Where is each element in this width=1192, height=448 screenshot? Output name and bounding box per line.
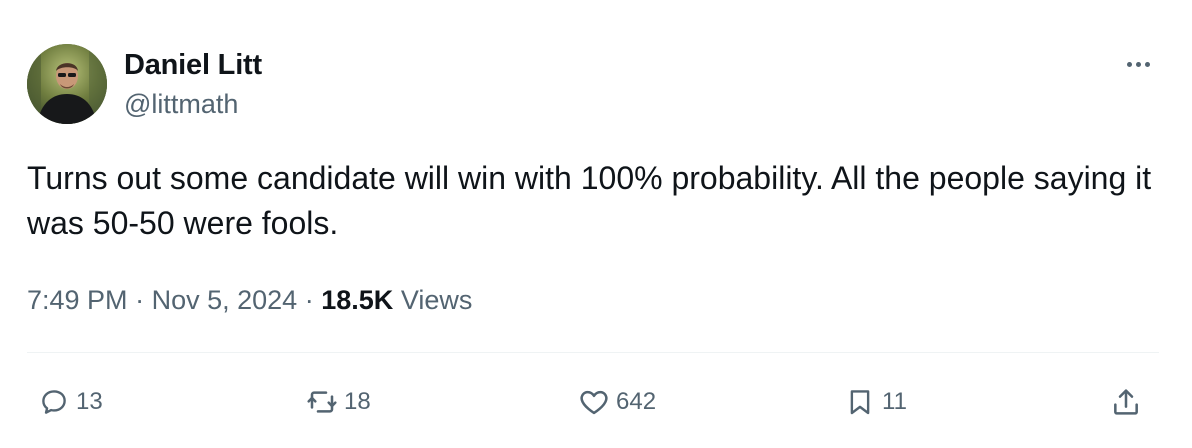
more-icon (1126, 61, 1150, 67)
reply-button[interactable]: 13 (36, 380, 103, 424)
repost-button[interactable]: 18 (304, 380, 371, 424)
tweet-meta: 7:49 PM · Nov 5, 2024 · 18.5K Views (27, 282, 472, 318)
reply-count: 13 (76, 388, 103, 415)
repost-count: 18 (344, 388, 371, 415)
repost-icon (304, 384, 340, 420)
reply-icon (36, 384, 72, 420)
heart-icon (576, 384, 612, 420)
views-count: 18.5K (321, 285, 394, 315)
like-count: 642 (616, 388, 657, 415)
share-icon (1108, 384, 1144, 420)
views-label: Views (400, 285, 473, 315)
like-button[interactable]: 642 (576, 380, 656, 424)
share-button[interactable] (1108, 380, 1144, 424)
meta-separator: · (135, 285, 145, 315)
divider (27, 352, 1159, 353)
tweet-text: Turns out some candidate will win with 1… (27, 160, 1152, 241)
tweet-card: Daniel Litt @littmath Turns out some can… (0, 0, 1192, 448)
bookmark-icon (842, 384, 878, 420)
action-bar: 13 18 642 11 (0, 380, 1192, 424)
meta-separator: · (304, 285, 314, 315)
bookmark-button[interactable]: 11 (842, 380, 907, 424)
user-handle[interactable]: @littmath (124, 86, 238, 122)
display-name[interactable]: Daniel Litt (124, 47, 262, 83)
bookmark-count: 11 (882, 388, 907, 415)
avatar-photo (27, 44, 107, 124)
more-options-button[interactable] (1118, 52, 1158, 76)
avatar[interactable] (27, 44, 107, 124)
tweet-date[interactable]: Nov 5, 2024 (152, 285, 298, 315)
tweet-time[interactable]: 7:49 PM (27, 285, 128, 315)
